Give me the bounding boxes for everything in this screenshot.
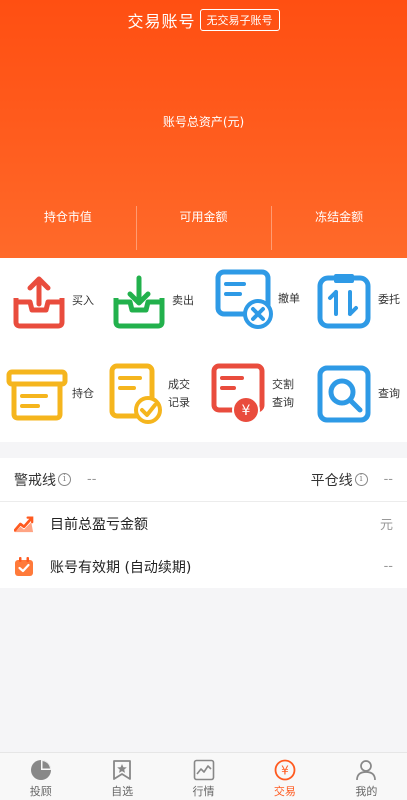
grid-item-cancel[interactable]: 撤单 xyxy=(214,268,300,330)
line-chart-icon xyxy=(193,759,214,781)
title-row: 交易账号 无交易子账号 xyxy=(0,8,407,32)
grid-item-label: 成交记录 xyxy=(168,378,190,409)
stat-frozen-amount: 冻结金额 xyxy=(271,206,407,250)
grid-item-label: 持仓 xyxy=(72,387,94,400)
svg-text:¥: ¥ xyxy=(281,764,289,778)
close-line-label: 平仓线 xyxy=(310,472,353,489)
validity-value: -- xyxy=(383,559,393,574)
tab-watchlist[interactable]: 自选 xyxy=(81,753,162,800)
document-yen-icon: ¥ xyxy=(211,363,265,424)
grid-item-label: 买入 xyxy=(72,294,94,307)
document-check-icon xyxy=(109,363,162,424)
tab-trade[interactable]: ¥ 交易 xyxy=(244,753,325,800)
account-info: 警戒线 i -- 平仓线 i -- 目前总盈亏金额 元 账号有效期 (自动续期) xyxy=(0,458,407,588)
tab-label: 我的 xyxy=(355,785,378,798)
grid-item-label: 交割查询 xyxy=(272,378,294,409)
risk-lines-row: 警戒线 i -- 平仓线 i -- xyxy=(0,458,407,502)
tab-label: 投顾 xyxy=(29,785,52,798)
tab-market[interactable]: 行情 xyxy=(163,753,244,800)
info-icon[interactable]: i xyxy=(354,473,368,486)
sub-account-badge[interactable]: 无交易子账号 xyxy=(199,9,280,31)
star-bookmark-icon xyxy=(113,760,132,780)
validity-label: 账号有效期 (自动续期) xyxy=(50,559,192,576)
clipboard-transfer-icon xyxy=(317,274,371,329)
tab-label: 行情 xyxy=(192,785,215,798)
yen-circle-icon: ¥ xyxy=(274,759,296,781)
grid-item-label: 查询 xyxy=(378,387,400,400)
grid-item-buy[interactable]: 买入 xyxy=(10,272,94,330)
close-line-value: -- xyxy=(383,472,393,487)
total-assets-label: 账号总资产(元) xyxy=(162,115,245,129)
bottom-tab-bar: 投顾 自选 行情 ¥ 交易 我的 xyxy=(0,752,407,800)
asset-stats: 持仓市值 可用金额 冻结金额 xyxy=(0,206,407,250)
stat-position-value: 持仓市值 xyxy=(43,210,92,224)
grid-item-label: 撤单 xyxy=(278,292,300,305)
tab-mine[interactable]: 我的 xyxy=(326,753,407,800)
grid-item-query[interactable]: 查询 xyxy=(316,364,400,424)
calendar-check-icon xyxy=(14,556,34,577)
grid-item-label: 委托 xyxy=(378,293,400,306)
warning-line-value: -- xyxy=(87,472,97,487)
function-grid: 买入 卖出 撤单 委托 持仓 成交记录 ¥ 交割查询 查询 xyxy=(0,258,407,442)
cancel-order-icon xyxy=(215,269,273,329)
tray-upload-icon xyxy=(13,276,65,329)
warning-line-label: 警戒线 xyxy=(14,472,56,489)
profit-label: 目前总盈亏金额 xyxy=(50,516,148,533)
info-icon[interactable]: i xyxy=(58,473,71,486)
grid-item-trade-records[interactable]: 成交记录 xyxy=(108,362,196,426)
grid-item-label: 卖出 xyxy=(172,294,194,307)
grid-item-position[interactable]: 持仓 xyxy=(6,366,94,422)
grid-item-entrust[interactable]: 委托 xyxy=(316,270,400,330)
stat-available-amount: 可用金额 xyxy=(135,206,272,250)
tab-advisor[interactable]: 投顾 xyxy=(0,753,81,800)
grid-item-delivery-query[interactable]: ¥ 交割查询 xyxy=(210,362,300,426)
validity-row[interactable]: 账号有效期 (自动续期) -- xyxy=(0,545,407,588)
account-header: 交易账号 无交易子账号 账号总资产(元) 持仓市值 可用金额 冻结金额 xyxy=(0,0,407,258)
tab-label: 自选 xyxy=(111,785,134,798)
svg-text:¥: ¥ xyxy=(242,403,251,419)
grid-item-sell[interactable]: 卖出 xyxy=(110,272,194,330)
tab-label: 交易 xyxy=(273,785,296,798)
pie-icon xyxy=(30,760,51,780)
tray-download-icon xyxy=(113,275,165,329)
search-doc-icon xyxy=(317,365,371,423)
archive-box-icon xyxy=(6,369,68,421)
profit-row[interactable]: 目前总盈亏金额 元 xyxy=(0,502,407,545)
trend-chart-icon xyxy=(14,514,34,534)
profit-value: 元 xyxy=(379,518,393,533)
page-title: 交易账号 xyxy=(127,12,196,31)
user-icon xyxy=(356,760,377,781)
